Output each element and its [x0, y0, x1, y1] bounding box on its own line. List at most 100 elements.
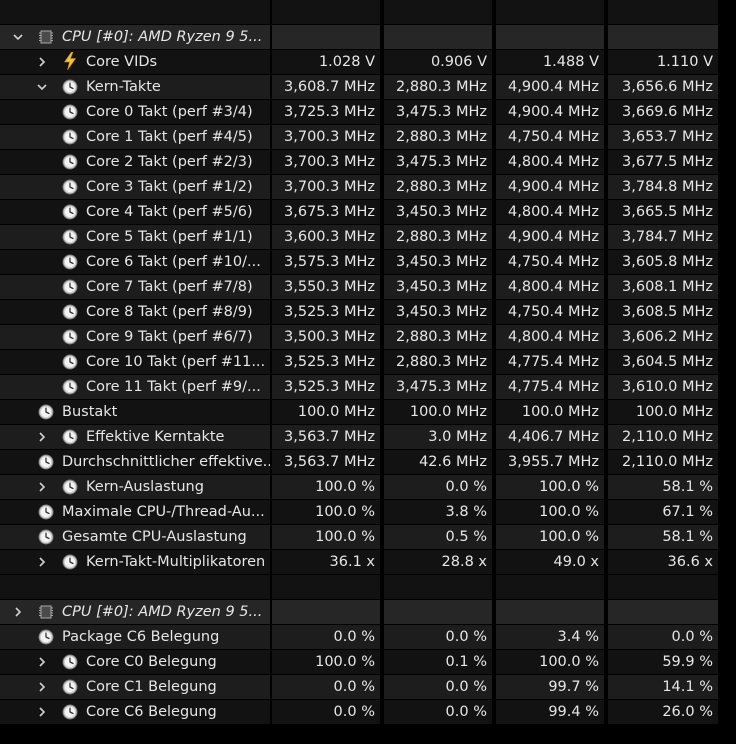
group-header-row[interactable]: CPU [#0]: AMD Ryzen 9 5...	[0, 25, 719, 50]
average-value-cell: 3,608.5 MHz	[608, 300, 718, 324]
current-value-cell: 3,675.3 MHz	[272, 200, 380, 224]
sensor-row[interactable]: Core 5 Takt (perf #1/1) 3,600.3 MHz 2,880.…	[0, 225, 719, 250]
sensor-label-cell: Core 0 Takt (perf #3/4)	[0, 100, 270, 124]
average-value-cell: 3,653.7 MHz	[608, 125, 718, 149]
chevron-right-icon[interactable]	[36, 650, 50, 674]
maximum-value-cell: 4,800.4 MHz	[496, 325, 604, 349]
sensor-row[interactable]: Effektive Kerntakte 3,563.7 MHz 3.0 MHz 4,4…	[0, 425, 719, 450]
sensor-table: CPU [#0]: AMD Ryzen 9 5... Core VIDs 1.028…	[0, 0, 719, 725]
clock-icon	[62, 554, 78, 570]
sensor-row[interactable]: Core 6 Takt (perf #10/... 3,575.3 MHz 3,45…	[0, 250, 719, 275]
sensor-row[interactable]: Durchschnittlicher effektive... 3,563.7 M…	[0, 450, 719, 475]
sensor-row[interactable]: Kern-Takte 3,608.7 MHz 2,880.3 MHz 4,900.4 …	[0, 75, 719, 100]
sensor-label-cell: Maximale CPU-/Thread-Au...	[0, 500, 270, 524]
chevron-right-icon[interactable]	[36, 550, 50, 574]
average-value-cell: 3,606.2 MHz	[608, 325, 718, 349]
sensor-row[interactable]: Core 10 Takt (perf #11... 3,525.3 MHz 2,88…	[0, 350, 719, 375]
maximum-value-cell: 4,775.4 MHz	[496, 350, 604, 374]
clock-icon	[38, 404, 54, 420]
sensor-row[interactable]: Core 3 Takt (perf #1/2) 3,700.3 MHz 2,880.…	[0, 175, 719, 200]
spacer-row	[0, 575, 719, 600]
sensor-label-cell: CPU [#0]: AMD Ryzen 9 5...	[0, 600, 270, 624]
current-value-cell: 100.0 %	[272, 650, 380, 674]
sensor-label: Core 3 Takt (perf #1/2)	[86, 179, 253, 195]
minimum-value-cell: 2,880.3 MHz	[384, 325, 492, 349]
minimum-value-cell: 2,880.3 MHz	[384, 350, 492, 374]
sensor-row[interactable]: Bustakt 100.0 MHz 100.0 MHz 100.0 MHz 100.0 …	[0, 400, 719, 425]
sensor-row[interactable]: Package C6 Belegung 0.0 % 0.0 % 3.4 % 0.0 %	[0, 625, 719, 650]
sensor-row[interactable]: Core 0 Takt (perf #3/4) 3,725.3 MHz 3,475.…	[0, 100, 719, 125]
sensor-label: Core C6 Belegung	[86, 704, 217, 720]
sensor-row[interactable]: Kern-Takt-Multiplikatoren 36.1 x 28.8 x 49.…	[0, 550, 719, 575]
maximum-value-cell	[496, 575, 604, 599]
sensor-row[interactable]: Core 4 Takt (perf #5/6) 3,675.3 MHz 3,450.…	[0, 200, 719, 225]
sensor-row[interactable]: Core 2 Takt (perf #2/3) 3,700.3 MHz 3,475.…	[0, 150, 719, 175]
clock-icon	[62, 229, 78, 245]
sensor-label-cell: Core 8 Takt (perf #8/9)	[0, 300, 270, 324]
maximum-value-cell: 4,900.4 MHz	[496, 75, 604, 99]
maximum-value-cell: 100.0 MHz	[496, 400, 604, 424]
vertical-scrollbar[interactable]	[720, 0, 736, 744]
current-value-cell: 100.0 %	[272, 475, 380, 499]
sensor-row[interactable]: Core 1 Takt (perf #4/5) 3,700.3 MHz 2,880.…	[0, 125, 719, 150]
chevron-right-icon[interactable]	[36, 475, 50, 499]
minimum-value-cell: 0.1 %	[384, 650, 492, 674]
clock-icon	[62, 179, 78, 195]
current-value-cell: 3,525.3 MHz	[272, 375, 380, 399]
sensor-row[interactable]: Core VIDs 1.028 V 0.906 V 1.488 V 1.110 V	[0, 50, 719, 75]
sensor-row[interactable]: Kern-Auslastung 100.0 % 0.0 % 100.0 % 58.1 %	[0, 475, 719, 500]
average-value-cell: 3,656.6 MHz	[608, 75, 718, 99]
chevron-right-icon[interactable]	[12, 600, 26, 624]
maximum-value-cell: 3.4 %	[496, 625, 604, 649]
sensor-row[interactable]: Core C0 Belegung 100.0 % 0.1 % 100.0 % 59.9 …	[0, 650, 719, 675]
clock-icon	[38, 629, 54, 645]
spacer-row	[0, 0, 719, 25]
average-value-cell: 3,669.6 MHz	[608, 100, 718, 124]
maximum-value-cell: 4,900.4 MHz	[496, 100, 604, 124]
sensor-row[interactable]: Core 9 Takt (perf #6/7) 3,500.3 MHz 2,880.…	[0, 325, 719, 350]
maximum-value-cell: 4,900.4 MHz	[496, 225, 604, 249]
average-value-cell: 36.6 x	[608, 550, 718, 574]
sensor-label-cell: Core 3 Takt (perf #1/2)	[0, 175, 270, 199]
current-value-cell: 1.028 V	[272, 50, 380, 74]
chevron-right-icon[interactable]	[36, 700, 50, 724]
maximum-value-cell: 1.488 V	[496, 50, 604, 74]
sensor-row[interactable]: Core 7 Takt (perf #7/8) 3,550.3 MHz 3,450.…	[0, 275, 719, 300]
current-value-cell: 3,525.3 MHz	[272, 300, 380, 324]
minimum-value-cell: 0.906 V	[384, 50, 492, 74]
minimum-value-cell: 2,880.3 MHz	[384, 125, 492, 149]
maximum-value-cell: 4,900.4 MHz	[496, 175, 604, 199]
chevron-right-icon[interactable]	[36, 425, 50, 449]
group-header-row[interactable]: CPU [#0]: AMD Ryzen 9 5...	[0, 600, 719, 625]
clock-icon	[62, 379, 78, 395]
sensor-label: Core 4 Takt (perf #5/6)	[86, 204, 253, 220]
chevron-down-icon[interactable]	[36, 75, 50, 99]
average-value-cell: 14.1 %	[608, 675, 718, 699]
sensor-row[interactable]: Maximale CPU-/Thread-Au... 100.0 % 3.8 % 10…	[0, 500, 719, 525]
maximum-value-cell	[496, 600, 604, 624]
sensor-row[interactable]: Gesamte CPU-Auslastung 100.0 % 0.5 % 100.0 …	[0, 525, 719, 550]
average-value-cell	[608, 575, 718, 599]
sensor-label: Core 0 Takt (perf #3/4)	[86, 104, 253, 120]
sensor-label: Bustakt	[62, 404, 118, 420]
current-value-cell: 0.0 %	[272, 675, 380, 699]
average-value-cell: 2,110.0 MHz	[608, 425, 718, 449]
sensor-row[interactable]: Core 8 Takt (perf #8/9) 3,525.3 MHz 3,450.…	[0, 300, 719, 325]
minimum-value-cell: 3,475.3 MHz	[384, 100, 492, 124]
current-value-cell: 3,725.3 MHz	[272, 100, 380, 124]
chevron-down-icon[interactable]	[12, 25, 26, 49]
current-value-cell: 100.0 %	[272, 525, 380, 549]
sensor-row[interactable]: Core 11 Takt (perf #9/... 3,525.3 MHz 3,47…	[0, 375, 719, 400]
sensor-label-cell: Effektive Kerntakte	[0, 425, 270, 449]
sensor-label: Core 8 Takt (perf #8/9)	[86, 304, 253, 320]
sensor-label: Core 5 Takt (perf #1/1)	[86, 229, 253, 245]
sensor-row[interactable]: Core C6 Belegung 0.0 % 0.0 % 99.4 % 26.0 %	[0, 700, 719, 725]
minimum-value-cell: 3.0 MHz	[384, 425, 492, 449]
sensor-row[interactable]: Core C1 Belegung 0.0 % 0.0 % 99.7 % 14.1 %	[0, 675, 719, 700]
sensor-label: Core 7 Takt (perf #7/8)	[86, 279, 253, 295]
maximum-value-cell: 3,955.7 MHz	[496, 450, 604, 474]
clock-icon	[38, 529, 54, 545]
sensor-label: Core 2 Takt (perf #2/3)	[86, 154, 253, 170]
chevron-right-icon[interactable]	[36, 675, 50, 699]
chevron-right-icon[interactable]	[36, 50, 50, 74]
